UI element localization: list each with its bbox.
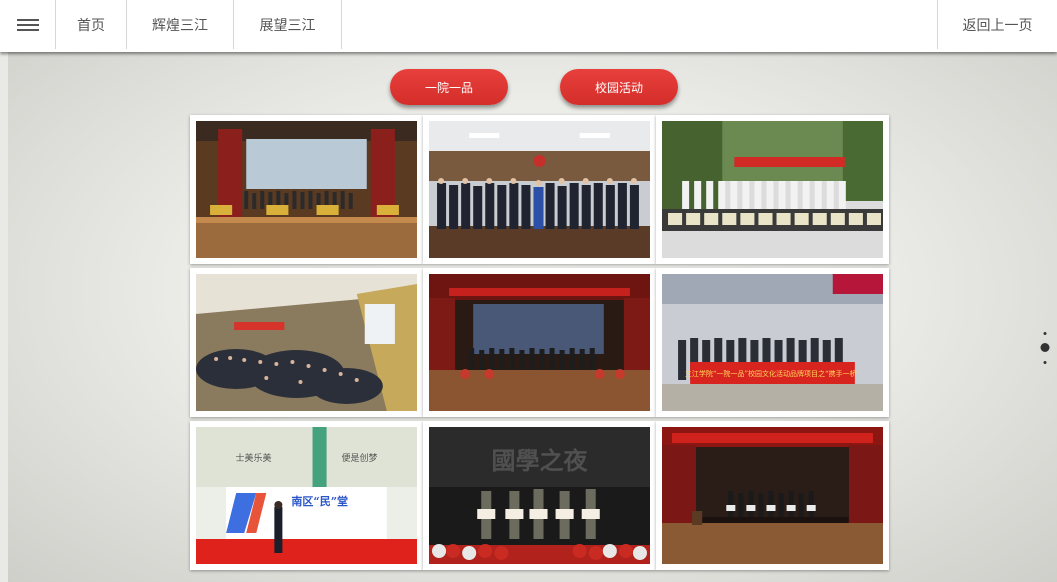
photo-tile[interactable]: 三江学院“一院一品”校园文化活动品牌项目之“携手一桥” <box>656 268 889 417</box>
photo-tile[interactable]: 國學之夜 <box>423 421 656 570</box>
hamburger-icon <box>16 18 39 31</box>
photo-banner-text: 三江学院“一院一品”校园文化活动品牌项目之“携手一桥” <box>684 369 861 378</box>
photo-tile[interactable] <box>190 268 423 417</box>
menu-button[interactable] <box>0 0 56 49</box>
nav-home[interactable]: 首页 <box>56 0 127 49</box>
photo-tile[interactable] <box>423 268 656 417</box>
photo-tile[interactable]: 士美乐美 便是创梦 南区“民”堂 <box>190 421 423 570</box>
photo-tile[interactable] <box>656 421 889 570</box>
photo-tile[interactable] <box>190 115 423 264</box>
photo-title-text: 國學之夜 <box>491 445 588 475</box>
event-photo: 國學之夜 <box>429 427 650 564</box>
tab-one-college-one-brand[interactable]: 一院一品 <box>390 69 508 105</box>
photo-slogan-right: 便是创梦 <box>341 453 378 464</box>
photo-title-text: 南区“民”堂 <box>291 494 349 508</box>
event-photo: 三江学院“一院一品”校园文化活动品牌项目之“携手一桥” <box>662 274 883 411</box>
event-photo <box>196 121 417 258</box>
event-photo <box>196 274 417 411</box>
back-button[interactable]: 返回上一页 <box>937 0 1057 49</box>
photo-slogan-left: 士美乐美 <box>235 453 272 464</box>
event-photo <box>662 427 883 564</box>
pager-dot-active[interactable] <box>1040 343 1050 352</box>
nav-future-sanjiang[interactable]: 展望三江 <box>234 0 342 49</box>
event-photo <box>662 121 883 258</box>
slide-pager[interactable] <box>1035 332 1055 368</box>
nav-glory-sanjiang[interactable]: 辉煌三江 <box>127 0 234 49</box>
event-photo: 士美乐美 便是创梦 南区“民”堂 <box>196 427 417 564</box>
photo-grid: 三江学院“一院一品”校园文化活动品牌项目之“携手一桥” 士美乐美 便是创梦 南区… <box>190 115 890 575</box>
pager-dot[interactable] <box>1043 361 1047 364</box>
event-photo <box>429 121 650 258</box>
photo-tile[interactable] <box>423 115 656 264</box>
event-photo <box>429 274 650 411</box>
gallery-stage: 一院一品 校园活动 三江学院“一院一品”校园文化活动品牌项目之“携手一桥” 士美… <box>8 52 1057 582</box>
tab-campus-activities[interactable]: 校园活动 <box>560 69 678 105</box>
photo-tile[interactable] <box>656 115 889 264</box>
pager-dot[interactable] <box>1043 332 1047 335</box>
top-navbar: 首页 辉煌三江 展望三江 返回上一页 <box>0 0 1057 52</box>
